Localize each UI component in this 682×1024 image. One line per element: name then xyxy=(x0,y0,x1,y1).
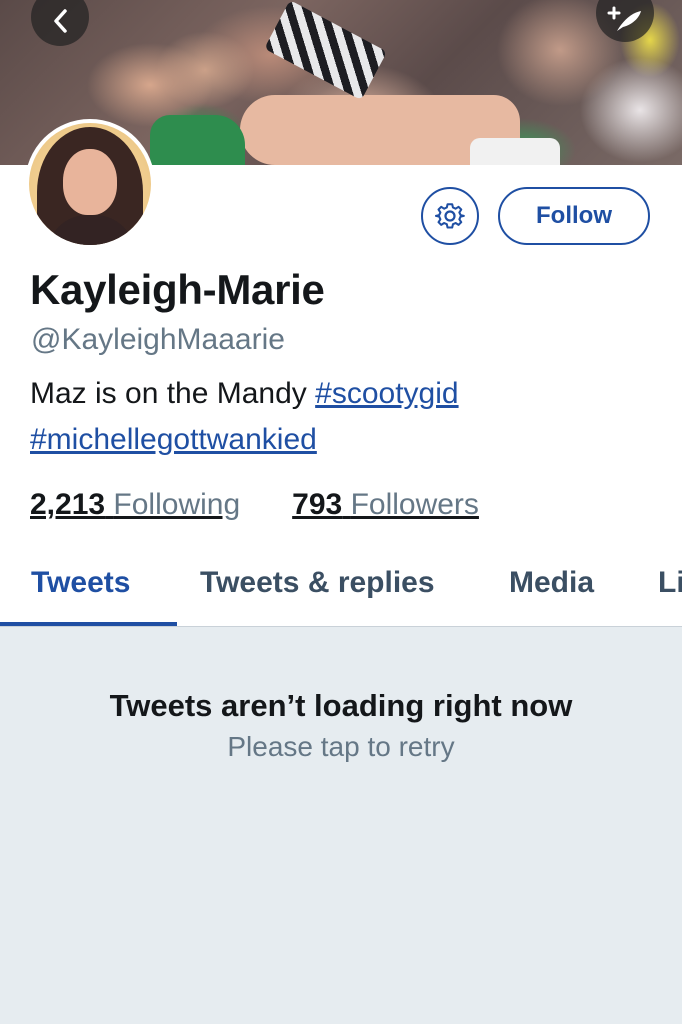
banner-photo-detail xyxy=(470,138,560,165)
following-label: Following xyxy=(113,488,241,521)
profile-bio: Maz is on the Mandy #scootygid #michelleg… xyxy=(30,371,660,463)
tab-tweets[interactable]: Tweets xyxy=(31,566,130,600)
follow-stats: 2,213 Following 793 Followers xyxy=(30,488,479,522)
active-tab-indicator xyxy=(0,622,177,626)
profile-name: Kayleigh-Marie xyxy=(30,266,325,313)
followers-count: 793 xyxy=(292,488,343,521)
settings-button[interactable] xyxy=(421,187,479,245)
tab-media[interactable]: Media xyxy=(509,566,594,600)
bio-text: Maz is on the Mandy xyxy=(30,377,316,410)
following-count: 2,213 xyxy=(30,488,106,521)
profile-tabs: Tweets Tweets & replies Media Li xyxy=(0,548,682,627)
gear-icon xyxy=(435,203,465,229)
follow-button[interactable]: Follow xyxy=(498,187,650,245)
chevron-left-icon xyxy=(54,9,67,33)
retry-text[interactable]: Please tap to retry xyxy=(0,731,682,763)
profile-handle: @KayleighMaaarie xyxy=(31,323,285,356)
hashtag-link[interactable]: #scootygid xyxy=(315,377,458,410)
avatar-photo xyxy=(29,123,151,245)
following-stat[interactable]: 2,213 Following xyxy=(30,488,240,522)
error-title: Tweets aren’t loading right now xyxy=(109,688,573,723)
followers-stat[interactable]: 793 Followers xyxy=(292,488,479,522)
compose-feather-icon xyxy=(607,6,641,31)
hashtag-link[interactable]: #michellegottwankied xyxy=(30,423,317,456)
tab-tweets-and-replies[interactable]: Tweets & replies xyxy=(200,566,435,600)
avatar[interactable] xyxy=(25,119,155,249)
followers-label: Followers xyxy=(350,488,479,521)
tab-likes[interactable]: Li xyxy=(658,566,682,600)
banner-photo-detail xyxy=(150,115,245,165)
avatar-face xyxy=(63,149,117,215)
banner-photo-detail xyxy=(264,0,388,101)
tweets-area[interactable]: Tweets aren’t loading right now Please t… xyxy=(0,627,682,1024)
